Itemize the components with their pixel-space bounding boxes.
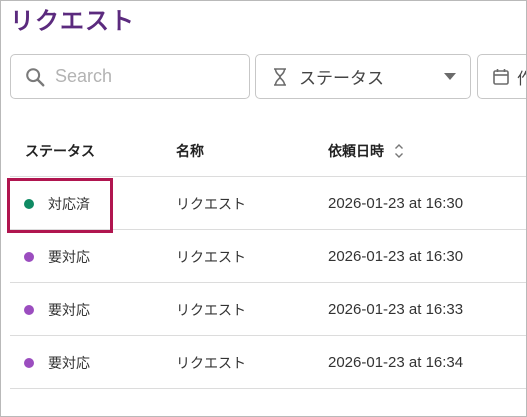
status-cell: 要対応 [24, 283, 90, 336]
requests-page: リクエスト ステータス 作 ステータス 名称 [0, 0, 527, 417]
status-cell: 対応済 [24, 177, 90, 230]
search-box[interactable] [10, 54, 250, 99]
calendar-icon [493, 69, 509, 85]
name-cell: リクエスト [176, 302, 246, 319]
table-row[interactable]: 要対応 リクエスト 2026-01-23 at 16:33 [10, 283, 526, 336]
column-header-date-label: 依頼日時 [328, 144, 384, 160]
search-icon [26, 67, 45, 86]
date-cell: 2026-01-23 at 16:30 [328, 248, 464, 265]
status-filter-dropdown[interactable]: ステータス [255, 54, 471, 99]
status-dot [24, 198, 34, 209]
name-cell: リクエスト [176, 355, 246, 372]
table-row[interactable]: 要対応 リクエスト 2026-01-23 at 16:30 [10, 230, 526, 283]
date-cell: 2026-01-23 at 16:30 [328, 195, 464, 212]
requests-table: ステータス 名称 依頼日時 対応済 リクエスト 2026-01-23 at 16… [10, 124, 526, 389]
caret-down-icon [444, 73, 456, 80]
column-header-name[interactable]: 名称 [176, 141, 204, 161]
hourglass-icon [274, 67, 286, 86]
table-row[interactable]: 要対応 リクエスト 2026-01-23 at 16:34 [10, 336, 526, 389]
status-dot [24, 251, 34, 262]
status-cell: 要対応 [24, 336, 90, 389]
name-cell: リクエスト [176, 249, 246, 266]
column-header-status[interactable]: ステータス [25, 141, 95, 161]
table-header: ステータス 名称 依頼日時 [10, 124, 526, 177]
date-filter-label: 作 [517, 65, 526, 89]
date-filter-dropdown[interactable]: 作 [477, 54, 526, 99]
status-filter-label: ステータス [299, 69, 384, 89]
status-label: 要対応 [48, 302, 90, 319]
status-label: 要対応 [48, 249, 90, 266]
column-header-date[interactable]: 依頼日時 [328, 141, 404, 161]
status-label: 要対応 [48, 355, 90, 372]
date-cell: 2026-01-23 at 16:33 [328, 301, 464, 318]
search-input[interactable] [55, 66, 235, 87]
table-row[interactable]: 対応済 リクエスト 2026-01-23 at 16:30 [10, 177, 526, 230]
status-dot [24, 357, 34, 368]
status-dot [24, 304, 34, 315]
date-cell: 2026-01-23 at 16:34 [328, 354, 464, 371]
sort-icon[interactable] [394, 143, 404, 159]
status-label: 対応済 [48, 196, 90, 213]
name-cell: リクエスト [176, 196, 246, 213]
page-title: リクエスト [10, 7, 135, 35]
status-cell: 要対応 [24, 230, 90, 283]
